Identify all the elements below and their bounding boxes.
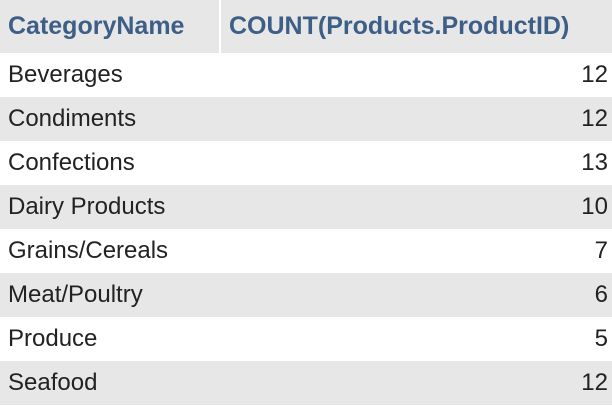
table-header-row: CategoryName COUNT(Products.ProductID): [0, 0, 612, 53]
table-row: Seafood 12: [0, 361, 612, 405]
count-cell: 12: [220, 361, 612, 405]
count-cell: 5: [220, 317, 612, 361]
count-cell: 12: [220, 53, 612, 97]
table-row: Beverages 12: [0, 53, 612, 97]
column-header-count: COUNT(Products.ProductID): [220, 0, 612, 53]
result-table: CategoryName COUNT(Products.ProductID) B…: [0, 0, 612, 405]
category-name-cell: Beverages: [0, 53, 220, 97]
table-row: Produce 5: [0, 317, 612, 361]
count-cell: 7: [220, 229, 612, 273]
category-name-cell: Produce: [0, 317, 220, 361]
column-header-category-name: CategoryName: [0, 0, 221, 53]
category-name-cell: Dairy Products: [0, 185, 220, 229]
category-name-cell: Seafood: [0, 361, 220, 405]
category-name-cell: Grains/Cereals: [0, 229, 220, 273]
category-name-cell: Confections: [0, 141, 220, 185]
count-cell: 6: [220, 273, 612, 317]
table-row: Dairy Products 10: [0, 185, 612, 229]
category-name-cell: Meat/Poultry: [0, 273, 220, 317]
table-row: Grains/Cereals 7: [0, 229, 612, 273]
category-name-cell: Condiments: [0, 97, 220, 141]
count-cell: 13: [220, 141, 612, 185]
count-cell: 10: [220, 185, 612, 229]
table-row: Condiments 12: [0, 97, 612, 141]
table-row: Meat/Poultry 6: [0, 273, 612, 317]
count-cell: 12: [220, 97, 612, 141]
table-row: Confections 13: [0, 141, 612, 185]
